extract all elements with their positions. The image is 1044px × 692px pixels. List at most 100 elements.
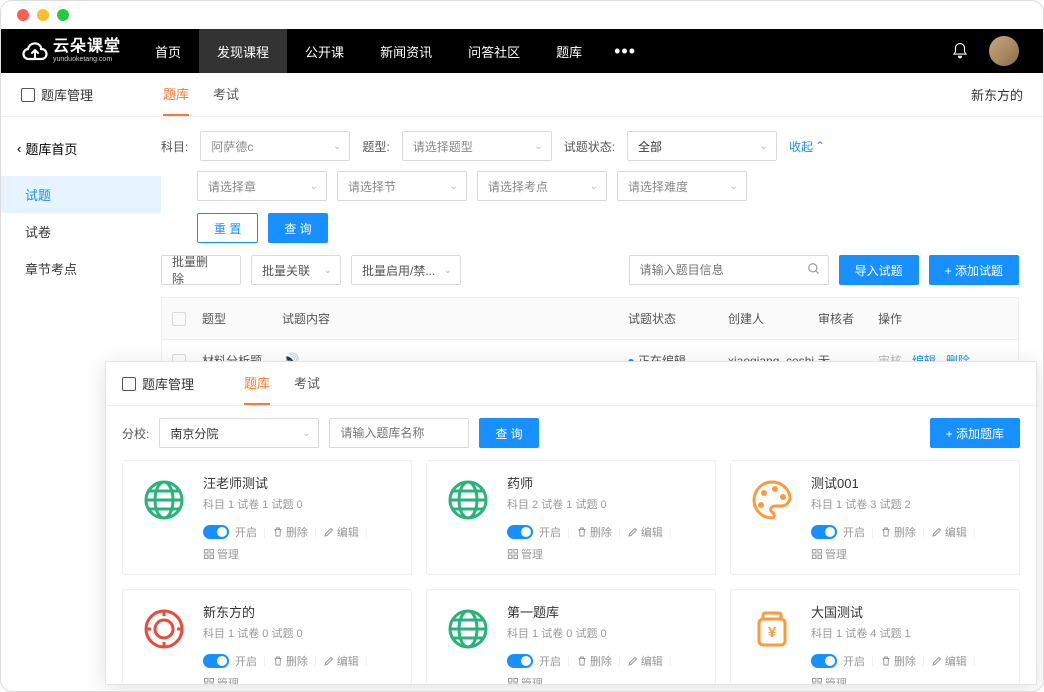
section-select[interactable]: 请选择节⌄ [337, 171, 467, 201]
delete-button[interactable]: 删除 [576, 653, 612, 669]
query-button[interactable]: 查 询 [268, 213, 327, 243]
edit-icon [931, 655, 943, 667]
library-card: 新东方的 科目 1 试卷 0 试题 0 开启 | 删除 | 编辑 | 管理 [122, 589, 412, 685]
panel2-tab-1[interactable]: 考试 [294, 362, 320, 405]
batch-relate-select[interactable]: 批量关联⌄ [251, 255, 341, 285]
card-title: 新东方的 [203, 602, 397, 621]
edit-button[interactable]: 编辑 [931, 653, 967, 669]
sub-header: 题库管理 题库考试 新东方的 [1, 73, 1043, 117]
edit-icon [323, 526, 335, 538]
grid-icon [507, 548, 519, 560]
search-icon[interactable] [807, 262, 821, 276]
batch-toggle-select[interactable]: 批量启用/禁...⌄ [351, 255, 461, 285]
open-toggle[interactable] [507, 525, 533, 539]
select-all-checkbox[interactable] [172, 312, 186, 326]
nav-item-1[interactable]: 发现课程 [199, 29, 287, 73]
manage-button[interactable]: 管理 [811, 675, 847, 685]
trash-icon [880, 526, 892, 538]
nav-item-3[interactable]: 新闻资讯 [362, 29, 450, 73]
chevron-down-icon: ⌄ [333, 141, 341, 152]
panel2-tab-0[interactable]: 题库 [244, 362, 270, 405]
card-meta: 科目 1 试卷 3 试题 2 [811, 496, 1005, 512]
edit-button[interactable]: 编辑 [323, 653, 359, 669]
collapse-link[interactable]: 收起 ⌃ [789, 138, 825, 155]
card-meta: 科目 1 试卷 1 试题 0 [203, 496, 397, 512]
nav-item-2[interactable]: 公开课 [287, 29, 362, 73]
minimize-icon[interactable] [37, 9, 49, 21]
subheader-right: 新东方的 [971, 85, 1023, 104]
batch-delete-select[interactable]: 批量删除 [161, 255, 241, 285]
subheader-tab-1[interactable]: 考试 [213, 73, 239, 116]
nav-item-4[interactable]: 问答社区 [450, 29, 538, 73]
avatar[interactable] [989, 36, 1019, 66]
delete-button[interactable]: 删除 [880, 653, 916, 669]
trash-icon [576, 526, 588, 538]
manage-button[interactable]: 管理 [507, 675, 543, 685]
import-button[interactable]: 导入试题 [839, 255, 919, 285]
module-icon [122, 377, 136, 391]
manage-button[interactable]: 管理 [811, 546, 847, 562]
edit-button[interactable]: 编辑 [627, 524, 663, 540]
status-select[interactable]: 全部⌄ [627, 131, 777, 161]
open-toggle[interactable] [203, 654, 229, 668]
edit-button[interactable]: 编辑 [931, 524, 967, 540]
sidebar-item-2[interactable]: 章节考点 [1, 250, 161, 287]
type-select[interactable]: 请选择题型⌄ [402, 131, 552, 161]
delete-button[interactable]: 删除 [576, 524, 612, 540]
difficulty-select[interactable]: 请选择难度⌄ [617, 171, 747, 201]
library-search-input[interactable] [329, 418, 469, 448]
sidebar-item-1[interactable]: 试卷 [1, 213, 161, 250]
maximize-icon[interactable] [57, 9, 69, 21]
add-question-button[interactable]: + 添加试题 [929, 255, 1019, 285]
trash-icon [576, 655, 588, 667]
logo-text: 云朵课堂 [53, 39, 121, 55]
manage-button[interactable]: 管理 [507, 546, 543, 562]
search-box [629, 255, 829, 285]
edit-button[interactable]: 编辑 [627, 653, 663, 669]
branch-select[interactable]: 南京分院⌄ [159, 418, 319, 448]
reset-button[interactable]: 重 置 [197, 213, 258, 243]
subject-select[interactable]: 阿萨德c⌄ [200, 131, 350, 161]
panel-title: 题库管理 [142, 374, 194, 393]
trash-icon [272, 526, 284, 538]
close-icon[interactable] [17, 9, 29, 21]
nav-more-icon[interactable]: ••• [600, 41, 650, 62]
open-toggle[interactable] [811, 525, 837, 539]
logo: 云朵课堂 yunduoketang.com [21, 39, 121, 63]
edit-button[interactable]: 编辑 [323, 524, 359, 540]
library-card: 测试001 科目 1 试卷 3 试题 2 开启 | 删除 | 编辑 | 管理 [730, 460, 1020, 575]
nav-item-5[interactable]: 题库 [538, 29, 600, 73]
top-nav: 云朵课堂 yunduoketang.com 首页发现课程公开课新闻资讯问答社区题… [1, 29, 1043, 73]
manage-button[interactable]: 管理 [203, 546, 239, 562]
add-library-button[interactable]: + 添加题库 [930, 418, 1020, 448]
delete-button[interactable]: 删除 [272, 524, 308, 540]
point-select[interactable]: 请选择考点⌄ [477, 171, 607, 201]
bell-icon[interactable] [951, 42, 969, 60]
sidebar-item-0[interactable]: 试题 [1, 176, 161, 213]
delete-button[interactable]: 删除 [272, 653, 308, 669]
manage-button[interactable]: 管理 [203, 675, 239, 685]
panel2-tabs: 题库考试 [244, 362, 320, 405]
sidebar-back[interactable]: ‹ 题库首页 [1, 133, 161, 164]
card-title: 药师 [507, 473, 701, 492]
nav-items: 首页发现课程公开课新闻资讯问答社区题库 [137, 29, 600, 73]
library-query-button[interactable]: 查 询 [479, 418, 538, 448]
card-meta: 科目 1 试卷 4 试题 1 [811, 625, 1005, 641]
branch-label: 分校: [122, 425, 149, 442]
search-input[interactable] [629, 255, 829, 285]
nav-item-0[interactable]: 首页 [137, 29, 199, 73]
chapter-select[interactable]: 请选择章⌄ [197, 171, 327, 201]
subheader-tab-0[interactable]: 题库 [163, 73, 189, 116]
library-card: ¥ 大国测试 科目 1 试卷 4 试题 1 开启 | 删除 | 编辑 | 管理 [730, 589, 1020, 685]
grid-icon [203, 677, 215, 685]
chevron-down-icon: ⌄ [534, 141, 542, 152]
edit-icon [931, 526, 943, 538]
chevron-down-icon: ⌄ [760, 141, 768, 152]
open-toggle[interactable] [507, 654, 533, 668]
delete-button[interactable]: 删除 [880, 524, 916, 540]
open-toggle[interactable] [203, 525, 229, 539]
grid-icon [507, 677, 519, 685]
open-toggle[interactable] [811, 654, 837, 668]
card-icon [441, 473, 495, 527]
table-header: 题型 试题内容 试题状态 创建人 审核者 操作 [162, 298, 1018, 340]
